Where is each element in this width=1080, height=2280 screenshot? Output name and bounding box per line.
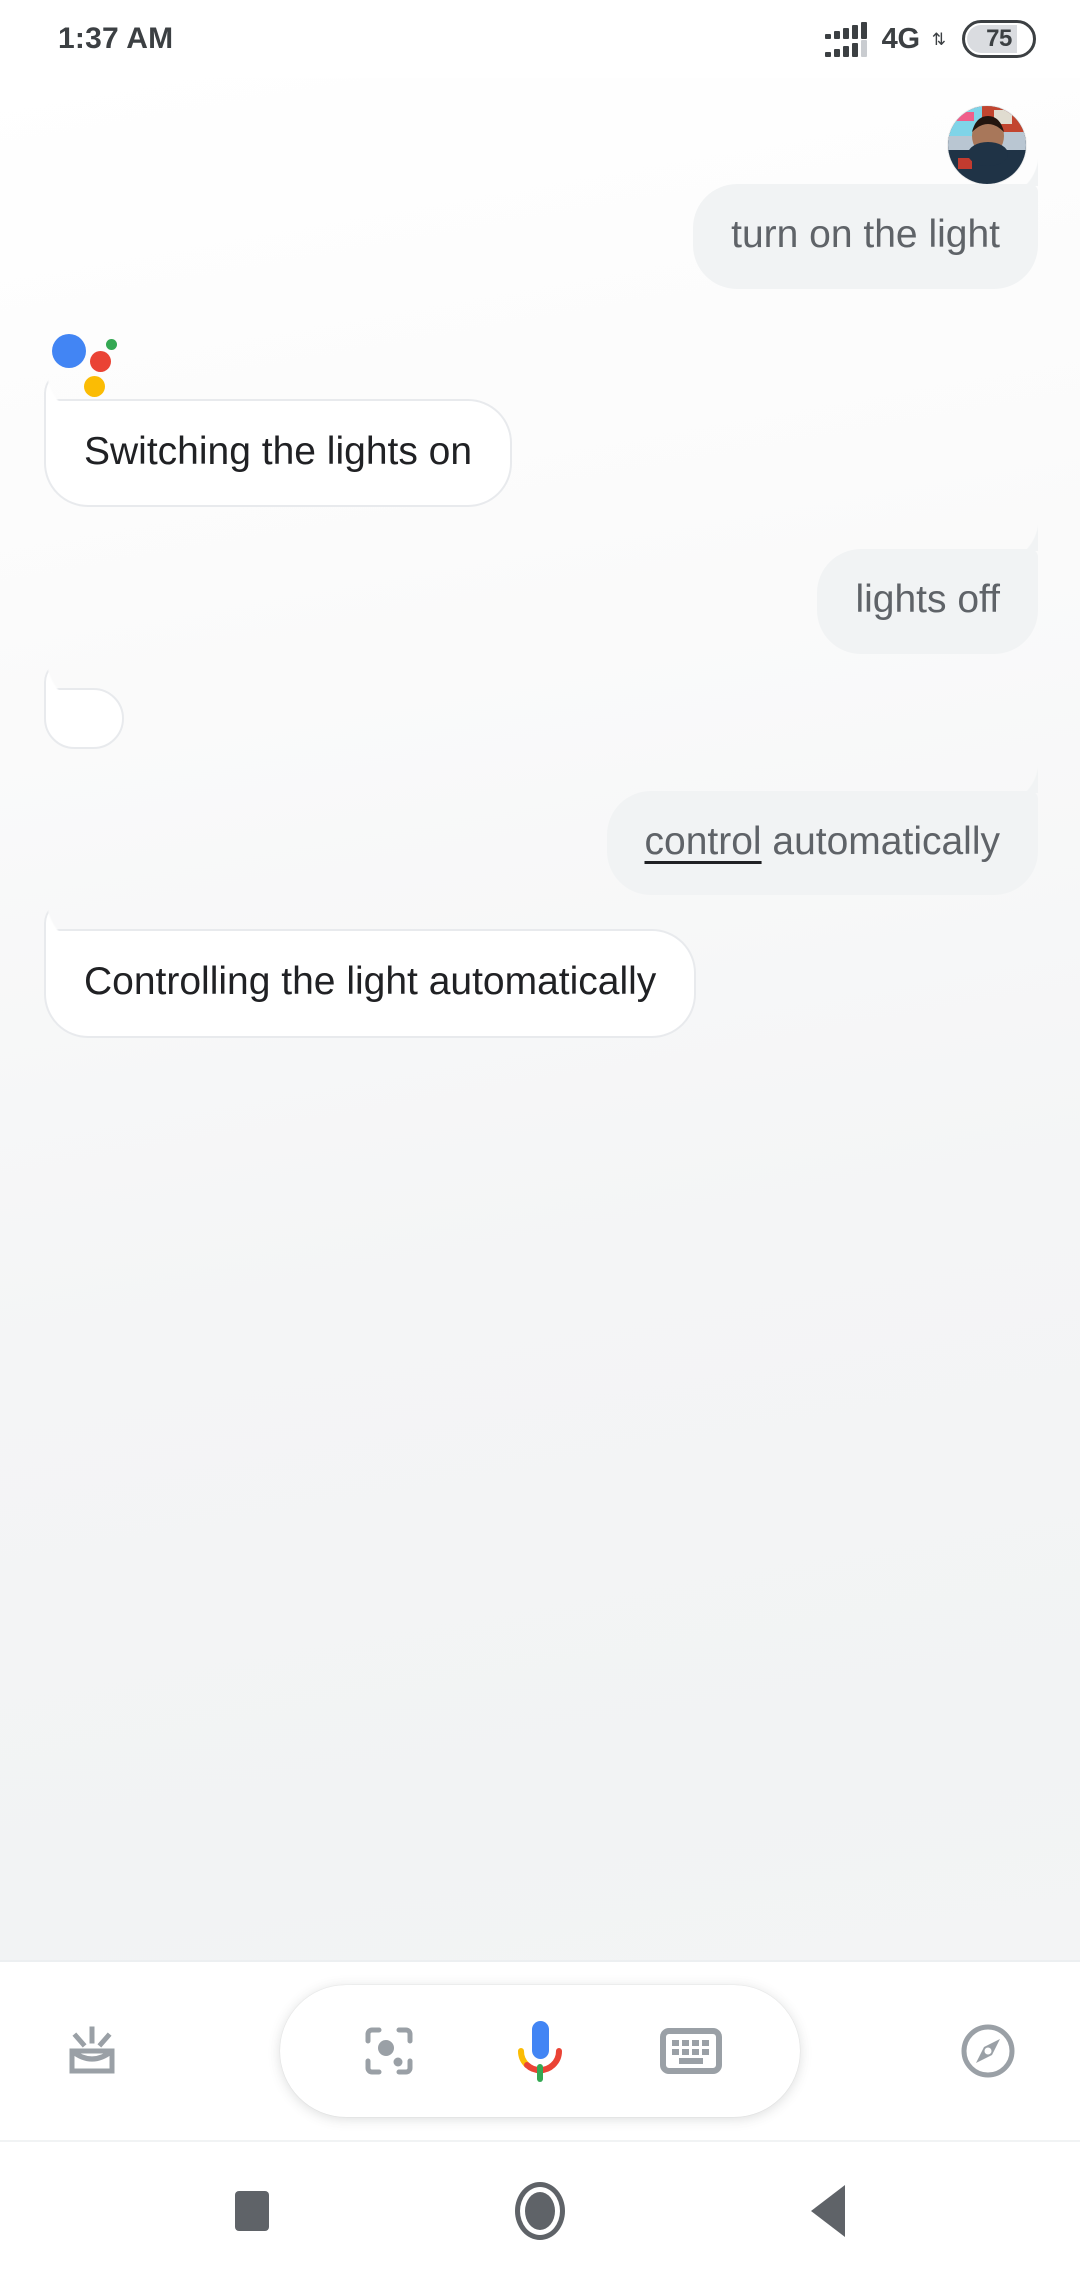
assistant-dot-green: [106, 338, 117, 350]
message-row-assistant: [44, 687, 1032, 749]
user-message-bubble[interactable]: lights off: [817, 549, 1038, 654]
network-type-label: 4G: [881, 22, 920, 55]
user-message-bubble[interactable]: control automatically: [606, 790, 1038, 896]
android-navigation-bar: [0, 2140, 1080, 2280]
message-row-assistant: Controlling the light automatically: [44, 929, 1032, 1038]
google-lens-icon[interactable]: [346, 2008, 432, 2094]
message-row-user: turn on the light: [48, 184, 1038, 289]
user-message-bubble[interactable]: turn on the light: [693, 184, 1038, 289]
conversation-area: turn on the light Switching the lights o…: [0, 78, 1080, 1960]
message-row-user: lights off: [48, 549, 1038, 654]
recents-square-icon[interactable]: [212, 2171, 292, 2251]
battery-icon: 75: [962, 20, 1036, 58]
assistant-input-pill: [280, 1985, 800, 2117]
bottom-toolbar: [0, 1960, 1080, 2140]
message-row-assistant: Switching the lights on: [44, 398, 1032, 508]
status-bar-indicators: 4G ⇅ 75: [824, 20, 1036, 58]
assistant-dot-blue: [52, 333, 86, 368]
assistant-dot-red: [90, 350, 111, 372]
back-triangle-icon[interactable]: [788, 2171, 868, 2251]
snapshot-inbox-icon[interactable]: [56, 2015, 128, 2087]
message-row-user: control automatically: [48, 790, 1038, 896]
keyboard-icon[interactable]: [648, 2008, 734, 2094]
home-circle-icon[interactable]: [500, 2171, 580, 2251]
battery-level-label: 75: [986, 25, 1012, 52]
user-message-text-rest: automatically: [761, 819, 1000, 863]
microphone-icon[interactable]: [497, 2008, 583, 2094]
assistant-message-bubble[interactable]: Switching the lights on: [44, 398, 513, 508]
signal-bars-icon: [824, 21, 867, 57]
status-bar-clock: 1:37 AM: [58, 22, 174, 55]
assistant-message-bubble[interactable]: Controlling the light automatically: [44, 929, 697, 1038]
status-bar: 1:37 AM 4G ⇅ 75: [0, 0, 1080, 78]
explore-compass-icon[interactable]: [952, 2015, 1024, 2087]
corrected-word: control: [644, 819, 762, 863]
assistant-message-bubble[interactable]: [44, 687, 124, 749]
assistant-conversation-screen: 1:37 AM 4G ⇅ 75 turn on the light Switch…: [0, 0, 1080, 2280]
avatar-row: [48, 78, 1032, 184]
data-transfer-icon: ⇅: [931, 29, 946, 49]
